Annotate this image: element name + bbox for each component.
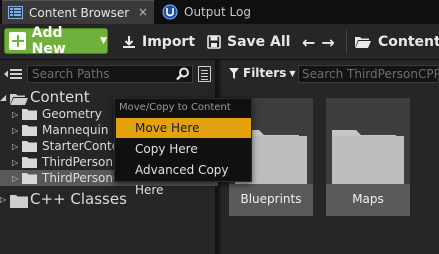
save-icon bbox=[207, 35, 221, 49]
filters-button[interactable]: Filters ▼ bbox=[229, 66, 296, 80]
tab-bar: Content Browser × Output Log bbox=[0, 0, 439, 24]
folder-icon bbox=[22, 140, 38, 152]
sources-search-row: Search Paths bbox=[0, 60, 218, 86]
view-options-icon[interactable] bbox=[198, 66, 211, 82]
asset-label: Maps bbox=[352, 192, 384, 206]
menu-item-copy-here[interactable]: Copy Here bbox=[116, 139, 251, 159]
path-label: Content bbox=[378, 34, 439, 50]
folder-icon bbox=[10, 194, 28, 208]
move-copy-context-menu: Move/Copy to Content Move Here Copy Here… bbox=[114, 98, 252, 197]
search-paths-placeholder: Search Paths bbox=[32, 67, 110, 81]
forward-arrow-icon[interactable]: → bbox=[321, 33, 334, 52]
folder-icon bbox=[22, 172, 38, 184]
folder-icon bbox=[22, 124, 38, 136]
path-breadcrumb-content[interactable]: Content bbox=[354, 30, 439, 54]
folder-icon bbox=[22, 156, 38, 168]
folder-icon bbox=[326, 98, 410, 184]
collapsed-arrow-icon[interactable]: ▷ bbox=[12, 110, 22, 119]
folder-open-icon bbox=[10, 92, 28, 105]
menu-item-move-here[interactable]: Move Here bbox=[116, 118, 251, 138]
tree-label: Content bbox=[30, 88, 90, 106]
asset-tile-maps[interactable]: Maps bbox=[326, 98, 410, 216]
asset-view-panel: Filters ▼ Search ThirdPersonCPP Blueprin… bbox=[221, 60, 439, 254]
asset-filter-row: Filters ▼ Search ThirdPersonCPP bbox=[221, 60, 439, 86]
history-nav: ← → bbox=[302, 30, 335, 54]
import-label: Import bbox=[142, 34, 196, 50]
output-log-icon bbox=[162, 4, 178, 20]
close-icon[interactable]: × bbox=[138, 5, 148, 19]
collapsed-arrow-icon[interactable]: ▷ bbox=[0, 195, 10, 204]
tree-label: C++ Classes bbox=[30, 190, 127, 208]
tab-label: Output Log bbox=[184, 5, 251, 19]
collapsed-arrow-icon[interactable]: ▷ bbox=[12, 174, 22, 183]
folder-icon bbox=[22, 108, 38, 120]
tree-label: Geometry bbox=[42, 107, 102, 121]
folder-open-icon bbox=[355, 37, 371, 48]
tree-label: Mannequin bbox=[42, 123, 109, 137]
back-arrow-icon[interactable]: ← bbox=[302, 33, 315, 52]
search-assets-placeholder: Search ThirdPersonCPP bbox=[302, 67, 439, 81]
menu-item-advanced-copy-here[interactable]: Advanced Copy Here bbox=[116, 160, 251, 197]
chevron-down-icon: ▼ bbox=[289, 68, 296, 78]
download-icon bbox=[123, 36, 135, 48]
collapsed-arrow-icon[interactable]: ▷ bbox=[12, 142, 22, 151]
tab-output-log[interactable]: Output Log bbox=[156, 0, 282, 24]
context-menu-title: Move/Copy to Content bbox=[119, 102, 231, 113]
search-paths-input[interactable]: Search Paths bbox=[27, 65, 193, 83]
toolbar-divider bbox=[346, 30, 347, 54]
expand-arrow-icon[interactable]: ◢ bbox=[0, 93, 10, 102]
filters-label: Filters bbox=[243, 66, 287, 80]
tree-item-cpp-classes[interactable]: ▷ C++ Classes bbox=[0, 190, 218, 208]
add-new-button[interactable]: Add New ▼ bbox=[4, 25, 108, 57]
tab-content-browser[interactable]: Content Browser × bbox=[2, 0, 154, 24]
add-new-label: Add New bbox=[31, 25, 66, 57]
save-all-label: Save All bbox=[227, 34, 291, 50]
chevron-down-icon: ▼ bbox=[100, 36, 107, 46]
funnel-icon bbox=[229, 67, 239, 79]
collapsed-arrow-icon[interactable]: ▷ bbox=[12, 126, 22, 135]
search-icon bbox=[176, 67, 189, 81]
asset-label: Blueprints bbox=[240, 192, 302, 206]
save-all-button[interactable]: Save All bbox=[207, 30, 290, 54]
toolbar: Add New ▼ Import Save All ← → Content bbox=[0, 24, 439, 60]
sources-toggle-icon[interactable] bbox=[4, 68, 22, 80]
collapsed-arrow-icon[interactable]: ▷ bbox=[12, 158, 22, 167]
tab-label: Content Browser bbox=[29, 5, 130, 20]
plus-icon bbox=[9, 32, 26, 50]
search-assets-input[interactable]: Search ThirdPersonCPP bbox=[298, 65, 439, 83]
tree-label: ThirdPerson bbox=[42, 155, 113, 169]
import-button[interactable]: Import bbox=[122, 30, 195, 54]
content-browser-icon bbox=[8, 6, 23, 19]
